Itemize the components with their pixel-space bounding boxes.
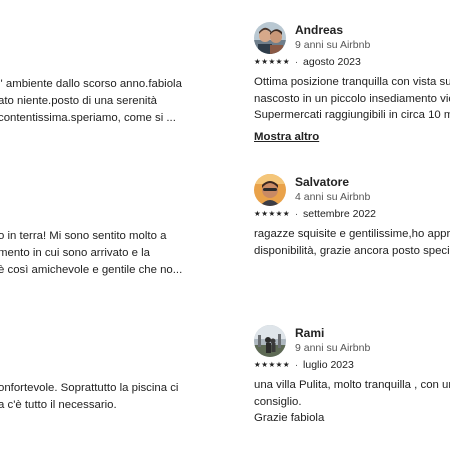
left-reviews-column: l' ambiente dallo scorso anno.fabiola at… xyxy=(0,0,230,450)
review-text-line: Grazie fabiola xyxy=(254,412,325,424)
star-rating-icon: ★★★★★ xyxy=(254,209,291,218)
review-text-line: l' ambiente dallo scorso anno.fabiola xyxy=(0,78,182,90)
review-text-line: onfortevole. Soprattutto la piscina ci xyxy=(0,382,179,394)
reviewer-avatar[interactable] xyxy=(254,174,286,206)
reviewer-tenure: 9 anni su Airbnb xyxy=(295,39,371,51)
review-text-line: consiglio. xyxy=(254,395,302,408)
review-text-line: è così amichevole e gentile che no... xyxy=(0,264,183,276)
reviewer-header: Rami 9 anni su Airbnb xyxy=(254,325,450,359)
right-reviews-column: Andreas 9 anni su Airbnb ★★★★★ · agosto … xyxy=(254,0,450,450)
star-rating-icon: ★★★★★ xyxy=(254,57,291,66)
review-text-line: ato niente.posto di una serenità xyxy=(0,95,157,107)
review-text-line: nascosto in un piccolo insediamento vici xyxy=(254,92,450,105)
reviewer-avatar[interactable] xyxy=(254,325,286,357)
review-text-line: o in terra! Mi sono sentito molto a xyxy=(0,230,167,242)
review-date: agosto 2023 xyxy=(303,56,361,68)
reviewer-header: Andreas 9 anni su Airbnb xyxy=(254,22,450,56)
reviewer-tenure: 4 anni su Airbnb xyxy=(295,191,371,203)
review-text-line: a c'è tutto il necessario. xyxy=(0,399,117,411)
review-text-line: Supermercati raggiungibili in circa 10 m… xyxy=(254,109,450,121)
reviews-page: l' ambiente dallo scorso anno.fabiola at… xyxy=(0,0,450,450)
meta-separator: · xyxy=(294,209,299,220)
review-text-line: una villa Pulita, molto tranquilla , con… xyxy=(254,379,450,391)
meta-separator: · xyxy=(294,57,299,68)
review-text-line: ragazze squisite e gentilissime,ho appre xyxy=(254,228,450,240)
review-text-line: mento in cui sono arrivato e la xyxy=(0,247,150,259)
review-text-line: disponibilità, grazie ancora posto speci… xyxy=(254,244,450,257)
reviewer-name: Rami xyxy=(295,326,325,340)
review-body: Ottima posizione tranquilla con vista su… xyxy=(254,74,450,124)
meta-separator: · xyxy=(294,360,299,371)
review-card: Andreas 9 anni su Airbnb ★★★★★ · agosto … xyxy=(254,22,450,143)
review-date: settembre 2022 xyxy=(303,208,376,220)
review-body: una villa Pulita, molto tranquilla , con… xyxy=(254,377,450,427)
review-meta: ★★★★★ · luglio 2023 xyxy=(254,359,450,373)
review-card: Salvatore 4 anni su Airbnb ★★★★★ · sette… xyxy=(254,174,450,259)
reviewer-name: Andreas xyxy=(295,23,344,37)
review-text-line: Ottima posizione tranquilla con vista su… xyxy=(254,76,450,88)
reviewer-avatar[interactable] xyxy=(254,22,286,54)
review-text-line: contentissima.speriamo, come si ... xyxy=(0,112,176,124)
review-meta: ★★★★★ · agosto 2023 xyxy=(254,56,450,70)
review-body: ragazze squisite e gentilissime,ho appre… xyxy=(254,226,450,259)
show-more-link[interactable]: Mostra altro xyxy=(254,131,450,143)
review-date: luglio 2023 xyxy=(303,359,354,371)
reviewer-name: Salvatore xyxy=(295,175,350,189)
reviewer-tenure: 9 anni su Airbnb xyxy=(295,342,371,354)
star-rating-icon: ★★★★★ xyxy=(254,360,291,369)
reviewer-header: Salvatore 4 anni su Airbnb xyxy=(254,174,450,208)
review-card: Rami 9 anni su Airbnb ★★★★★ · luglio 202… xyxy=(254,325,450,427)
review-meta: ★★★★★ · settembre 2022 xyxy=(254,208,450,222)
